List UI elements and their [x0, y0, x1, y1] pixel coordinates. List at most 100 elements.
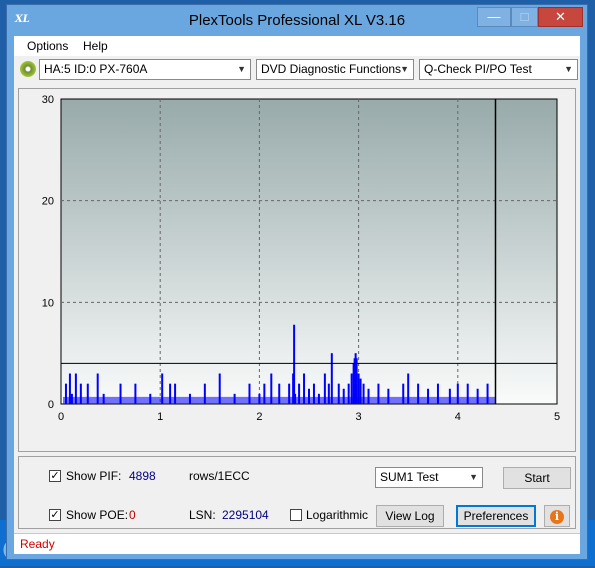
- pif-bar: [119, 383, 122, 404]
- pif-bar: [248, 383, 251, 404]
- chevron-down-icon: ▼: [564, 64, 573, 74]
- minimize-button[interactable]: —: [477, 7, 511, 27]
- pif-bar: [161, 373, 164, 404]
- pif-bar: [102, 393, 105, 404]
- pif-bar: [362, 383, 365, 404]
- start-button[interactable]: Start: [503, 467, 571, 489]
- pif-bar: [70, 393, 73, 404]
- pif-bar: [263, 383, 266, 404]
- pif-bar: [218, 373, 221, 404]
- pif-bar: [68, 373, 71, 404]
- show-poe-label: Show POE:: [66, 508, 129, 522]
- pif-bar: [347, 383, 350, 404]
- pif-bar: [278, 383, 281, 404]
- pif-bar: [233, 393, 236, 404]
- test-select[interactable]: Q-Check PI/PO Test ▼: [419, 59, 578, 80]
- drive-select[interactable]: HA:5 ID:0 PX-760A ▼: [39, 59, 251, 80]
- controls-panel: ✓ Show PIF: 4898 rows/1ECC SUM1 Test ▼ S…: [18, 456, 576, 529]
- x-tick-label: 3: [356, 411, 362, 423]
- pif-bar: [74, 373, 77, 404]
- pif-bar: [367, 388, 370, 404]
- pif-unit: rows/1ECC: [189, 469, 250, 483]
- menu-help[interactable]: Help: [83, 39, 108, 53]
- client-area: Options Help HA:5 ID:0 PX-760A ▼ DVD Dia…: [14, 36, 580, 554]
- chevron-down-icon: ▼: [469, 472, 478, 482]
- title-bar[interactable]: XL PlexTools Professional XL V3.16 — □ ✕: [7, 5, 587, 36]
- function-select-value: DVD Diagnostic Functions: [261, 62, 402, 76]
- pif-bar: [355, 358, 358, 404]
- pif-bar: [427, 388, 430, 404]
- pif-bar: [149, 393, 152, 404]
- pif-bar: [64, 383, 67, 404]
- pif-bar: [337, 383, 340, 404]
- lsn-label: LSN:: [189, 508, 216, 522]
- pif-bar: [79, 383, 82, 404]
- pif-chart: 0 1 2 3 4 5 0 10 20 30: [42, 94, 560, 423]
- show-pif-label: Show PIF:: [66, 469, 122, 483]
- show-poe-checkbox[interactable]: ✓: [49, 509, 61, 521]
- chart-panel: 0 1 2 3 4 5 0 10 20 30: [18, 88, 576, 452]
- pif-bar: [312, 383, 315, 404]
- preferences-button[interactable]: Preferences: [456, 505, 536, 527]
- view-log-button[interactable]: View Log: [376, 505, 444, 527]
- y-tick-label: 30: [42, 94, 54, 106]
- pif-value: 4898: [129, 469, 156, 483]
- x-tick-label: 1: [157, 411, 163, 423]
- pif-bar: [317, 393, 320, 404]
- pif-bar: [134, 383, 137, 404]
- pif-bar: [174, 383, 177, 404]
- close-button[interactable]: ✕: [538, 7, 583, 27]
- pif-bar: [359, 378, 362, 404]
- y-tick-label: 10: [42, 297, 54, 309]
- pif-bar: [407, 373, 410, 404]
- pif-bar: [288, 383, 291, 404]
- pif-bar: [350, 373, 353, 404]
- y-tick-label: 20: [42, 196, 54, 208]
- chevron-down-icon: ▼: [400, 64, 409, 74]
- status-text: Ready: [20, 537, 55, 551]
- pif-bar: [308, 388, 310, 404]
- menu-options[interactable]: Options: [27, 39, 68, 53]
- function-select[interactable]: DVD Diagnostic Functions ▼: [256, 59, 414, 80]
- menu-bar: Options Help: [14, 36, 580, 56]
- pif-bar: [96, 373, 99, 404]
- lsn-value: 2295104: [222, 508, 269, 522]
- main-window: XL PlexTools Professional XL V3.16 — □ ✕…: [6, 4, 588, 560]
- drive-select-value: HA:5 ID:0 PX-760A: [44, 62, 148, 76]
- chevron-down-icon: ▼: [237, 64, 246, 74]
- x-tick-label: 5: [554, 411, 560, 423]
- status-bar: Ready: [14, 533, 580, 554]
- pif-bar: [466, 383, 469, 404]
- pif-bar: [342, 388, 345, 404]
- pif-bar: [377, 383, 380, 404]
- pif-bar: [303, 373, 306, 404]
- pif-bar: [188, 393, 191, 404]
- x-tick-label: 0: [58, 411, 64, 423]
- poe-value: 0: [129, 508, 136, 522]
- x-tick-label: 2: [256, 411, 262, 423]
- x-tick-label: 4: [455, 411, 461, 423]
- pif-bar: [402, 383, 405, 404]
- pif-bar: [357, 373, 360, 404]
- y-tick-label: 0: [48, 399, 54, 411]
- pif-bar: [298, 383, 301, 404]
- logarithmic-label: Logarithmic: [306, 508, 369, 522]
- pif-bar: [476, 388, 479, 404]
- logarithmic-checkbox[interactable]: [290, 509, 302, 521]
- maximize-button[interactable]: □: [511, 7, 538, 27]
- pif-bar: [258, 393, 261, 404]
- info-icon: i: [550, 510, 564, 524]
- drive-disc-icon: [20, 61, 36, 77]
- pif-bar: [456, 383, 459, 404]
- pif-bar: [169, 383, 172, 404]
- pif-bar: [387, 388, 390, 404]
- pif-bar: [330, 353, 333, 404]
- pif-bar: [417, 383, 420, 404]
- info-button[interactable]: i: [544, 505, 570, 527]
- pif-bar: [486, 383, 489, 404]
- pif-bar: [203, 383, 206, 404]
- toolbar: HA:5 ID:0 PX-760A ▼ DVD Diagnostic Funct…: [14, 56, 580, 84]
- sum-test-select[interactable]: SUM1 Test ▼: [375, 467, 483, 488]
- show-pif-checkbox[interactable]: ✓: [49, 470, 61, 482]
- pif-bar: [270, 373, 273, 404]
